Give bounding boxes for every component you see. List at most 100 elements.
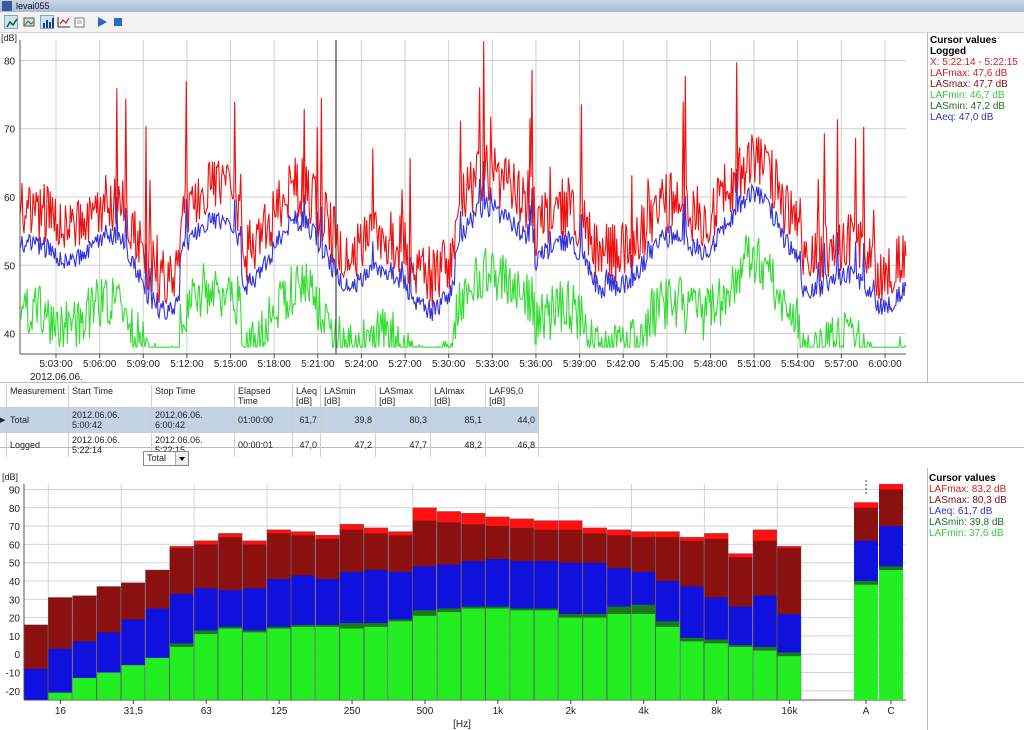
col-header-laf95[interactable]: LAF95,0 [dB] bbox=[485, 385, 540, 408]
y-tick-label: 50 bbox=[9, 559, 21, 570]
y-tick-label: 70 bbox=[4, 125, 16, 136]
table-cell: 46,8 bbox=[485, 432, 540, 457]
x-tick-label: 5:33:00 bbox=[476, 359, 510, 370]
y-tick-label: 60 bbox=[4, 193, 16, 204]
y-tick-label: -20 bbox=[6, 687, 21, 698]
y-tick-label: 30 bbox=[9, 595, 21, 606]
bar-lafmin bbox=[315, 626, 340, 700]
bar-lafmin bbox=[704, 643, 729, 700]
bar-lafmin bbox=[558, 617, 583, 700]
table-cell: 47,2 bbox=[320, 432, 377, 457]
col-header-start-time[interactable]: Start Time bbox=[68, 385, 153, 408]
bar-lafmin bbox=[461, 608, 486, 700]
table-cell: Logged bbox=[6, 432, 70, 457]
bar-chart-tool-icon[interactable] bbox=[40, 15, 54, 29]
table-cell: 00:00:01 bbox=[234, 432, 294, 457]
col-header-measurement[interactable]: Measurement bbox=[6, 385, 70, 408]
x-tick-label: 5:36:00 bbox=[519, 359, 553, 370]
line-chart-tool-icon[interactable] bbox=[4, 15, 18, 29]
table-cell: Total bbox=[6, 407, 70, 433]
table-row[interactable]: ▶ Total 2012.06.06. 5:00:42 2012.06.06. … bbox=[0, 407, 540, 433]
x-tick-label: 63 bbox=[201, 706, 213, 717]
time-history-chart[interactable]: [dB] 40 50 60 70 80 5:03:00 5:06:00 5:09:00 5:12:… bbox=[0, 32, 926, 382]
bar-lafmin bbox=[242, 632, 267, 700]
col-header-lasmin[interactable]: LASmin [dB] bbox=[320, 385, 377, 408]
col-header-laeq[interactable]: LAeq [dB] bbox=[292, 385, 322, 408]
play-icon[interactable] bbox=[95, 15, 109, 29]
app-icon bbox=[2, 1, 12, 11]
x-tick-label: 5:09:00 bbox=[127, 359, 161, 370]
measurement-table: Measurement Start Time Stop Time Elapsed… bbox=[0, 385, 540, 457]
panel-divider-bottom bbox=[927, 468, 928, 730]
col-header-elapsed-time[interactable]: Elapsed Time bbox=[234, 385, 294, 408]
table-row[interactable]: Logged 2012.06.06. 5:22:14 2012.06.06. 5… bbox=[0, 432, 540, 457]
date-label: 2012.06.06. bbox=[30, 372, 83, 382]
x-tick-label: 5:57:00 bbox=[825, 359, 859, 370]
col-header-lasmax[interactable]: LASmax [dB] bbox=[375, 385, 432, 408]
copy-tool-icon[interactable] bbox=[73, 15, 87, 29]
chevron-down-icon[interactable] bbox=[175, 452, 188, 465]
bar-lafmin bbox=[388, 621, 413, 700]
x-tick-label: 125 bbox=[271, 706, 288, 717]
y-tick-label: 20 bbox=[9, 614, 21, 625]
table-cell: 61,7 bbox=[292, 407, 322, 433]
bar-c-lafmin bbox=[879, 570, 903, 700]
window-title: levai055 bbox=[16, 1, 50, 11]
x-tick-label: 4k bbox=[638, 706, 650, 717]
toolbar bbox=[0, 12, 1024, 33]
table-cell: 85,1 bbox=[430, 407, 487, 433]
cursor-lasmax-value: LASmax: 47,7 dB bbox=[930, 79, 1008, 90]
image-tool-icon[interactable] bbox=[22, 15, 36, 29]
bar-lafmin bbox=[631, 614, 656, 700]
table-cell: 44,0 bbox=[485, 407, 540, 433]
y-axis-unit-label: [dB] bbox=[2, 472, 18, 482]
cursor-lafmax-value: LAFmax: 47,6 dB bbox=[930, 68, 1008, 79]
scatter-tool-icon[interactable] bbox=[57, 15, 71, 29]
col-header-stop-time[interactable]: Stop Time bbox=[151, 385, 236, 408]
table-cell: 01:00:00 bbox=[234, 407, 294, 433]
y-tick-label: 70 bbox=[9, 522, 21, 533]
x-tick-label-c: C bbox=[887, 706, 894, 717]
bar-lafmin bbox=[72, 678, 97, 700]
title-bar: levai055 bbox=[0, 0, 1024, 12]
cursor-values-panel-top: Cursor values Logged X: 5:22:14 - 5:22:1… bbox=[930, 35, 1018, 123]
cursor-laeq-value: LAeq: 47,0 dB bbox=[930, 112, 994, 123]
x-tick-label: 5:18:00 bbox=[257, 359, 291, 370]
x-tick-label: 16 bbox=[55, 706, 67, 717]
table-cell: 2012.06.06. 5:00:42 bbox=[68, 407, 153, 433]
bar-lafmin bbox=[96, 672, 121, 700]
bar-lafmin bbox=[753, 650, 777, 700]
x-tick-label: 5:30:00 bbox=[432, 359, 466, 370]
x-tick-label: 250 bbox=[344, 706, 361, 717]
cursor-values-heading: Cursor values bbox=[930, 35, 997, 46]
bar-lafmin bbox=[728, 646, 753, 700]
table-cell: 2012.06.06. 5:22:14 bbox=[68, 432, 153, 457]
cursor-lafmax-value: LAFmax: 83,2 dB bbox=[929, 484, 1007, 495]
bar-lafmin bbox=[534, 610, 558, 700]
y-tick-label: 0 bbox=[14, 650, 20, 661]
y-tick-label: -10 bbox=[6, 669, 21, 680]
bar-lafmin bbox=[291, 626, 315, 700]
stop-icon[interactable] bbox=[111, 15, 125, 29]
x-tick-label: 1k bbox=[493, 706, 505, 717]
x-tick-label: 5:45:00 bbox=[650, 359, 684, 370]
bar-lafmin bbox=[655, 626, 680, 700]
bar-lafmin bbox=[437, 612, 461, 700]
table-cell: 47,7 bbox=[375, 432, 432, 457]
spectrum-select[interactable]: Total bbox=[143, 451, 189, 466]
bar-lafmin bbox=[121, 665, 145, 700]
cursor-values-subheading: Logged bbox=[930, 46, 967, 57]
bar-lafmin bbox=[607, 614, 631, 700]
bar-lafmin bbox=[777, 656, 801, 700]
cursor-laeq-value: LAeq: 61,7 dB bbox=[929, 506, 993, 517]
cursor-values-heading: Cursor values bbox=[929, 473, 996, 484]
cursor-values-panel-bottom: Cursor values LAFmax: 83,2 dB LASmax: 80… bbox=[929, 473, 1007, 539]
cursor-x-value: X: 5:22:14 - 5:22:15 bbox=[930, 57, 1018, 68]
x-tick-label: 2k bbox=[565, 706, 577, 717]
x-tick-label: 31,5 bbox=[124, 706, 144, 717]
x-tick-label: 5:15:00 bbox=[214, 359, 248, 370]
x-tick-label: 5:12:00 bbox=[170, 359, 204, 370]
x-tick-label: 16k bbox=[781, 706, 798, 717]
col-header-laimax[interactable]: LAImax [dB] bbox=[430, 385, 487, 408]
spectrum-chart[interactable]: [dB] -20 -10 0 10 20 30 40 50 60 70 80 90 16 31,5 63 125… bbox=[0, 468, 926, 730]
